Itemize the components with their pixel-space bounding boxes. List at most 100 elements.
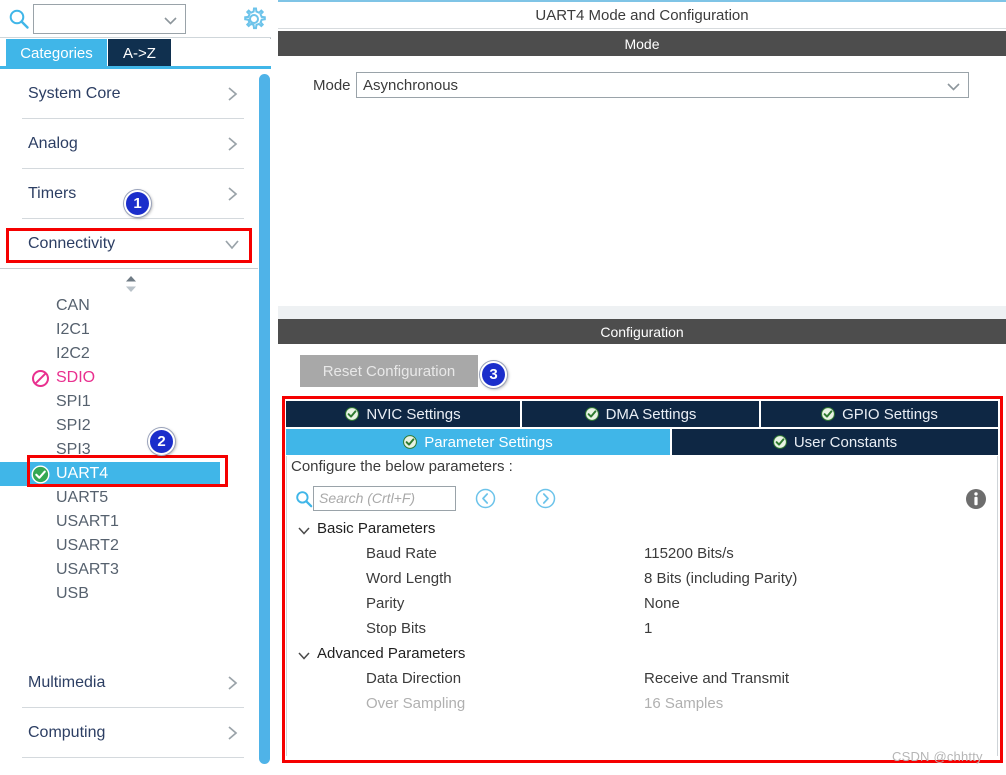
gear-icon[interactable] bbox=[240, 5, 268, 33]
sidebar-item-label: Connectivity bbox=[28, 234, 116, 252]
parameter-group-header[interactable]: Basic Parameters bbox=[287, 518, 999, 543]
list-item[interactable]: USART2 bbox=[0, 534, 258, 558]
cubemx-window: Categories A->Z System Core Analog Timer… bbox=[0, 0, 1006, 775]
peripheral-list: CAN I2C1 I2C2 SDIO SPI1 SPI2 SPI3 UART4 … bbox=[0, 294, 258, 606]
tab-user-constants[interactable]: User Constants bbox=[672, 429, 998, 455]
chevron-right-icon bbox=[224, 186, 240, 202]
tab-nvic-settings[interactable]: NVIC Settings bbox=[286, 401, 520, 427]
list-item-sdio[interactable]: SDIO bbox=[0, 366, 258, 390]
page-title: UART4 Mode and Configuration bbox=[278, 0, 1006, 29]
search-input[interactable] bbox=[33, 4, 186, 34]
chevron-down-icon bbox=[947, 80, 960, 93]
list-item[interactable]: USB bbox=[0, 582, 258, 606]
sidebar-item-system-core[interactable]: System Core bbox=[0, 69, 258, 118]
chevron-down-icon bbox=[224, 236, 240, 252]
sidebar-scrollbar-thumb[interactable] bbox=[259, 74, 270, 764]
peripheral-label: USART1 bbox=[56, 513, 119, 530]
table-row[interactable]: Word Length 8 Bits (including Parity) bbox=[287, 568, 999, 593]
sidebar-item-label: Multimedia bbox=[28, 673, 106, 691]
peripheral-label: CAN bbox=[56, 297, 90, 314]
main-content: UART4 Mode and Configuration Mode Mode A… bbox=[278, 0, 1006, 775]
check-circle-icon bbox=[403, 435, 418, 449]
table-row[interactable]: Baud Rate 115200 Bits/s bbox=[287, 543, 999, 568]
list-item[interactable]: I2C2 bbox=[0, 342, 258, 366]
tab-dma-settings[interactable]: DMA Settings bbox=[522, 401, 759, 427]
mode-select[interactable]: Asynchronous bbox=[356, 72, 969, 98]
chevron-down-icon bbox=[297, 648, 311, 662]
list-item[interactable]: SPI3 bbox=[0, 438, 258, 462]
scroll-spinner-icon[interactable] bbox=[124, 275, 138, 293]
tab-label: NVIC Settings bbox=[366, 405, 461, 423]
left-sidebar: Categories A->Z System Core Analog Timer… bbox=[0, 0, 271, 775]
parameter-search-input[interactable]: Search (Crtl+F) bbox=[313, 486, 456, 511]
peripheral-label: SPI1 bbox=[56, 393, 91, 410]
parameter-name: Stop Bits bbox=[366, 620, 427, 637]
reset-configuration-button[interactable]: Reset Configuration bbox=[300, 355, 478, 387]
check-circle-icon bbox=[31, 465, 50, 484]
category-accordion: System Core Analog Timers Connectivity C… bbox=[0, 69, 258, 775]
search-icon bbox=[8, 8, 30, 30]
sidebar-item-analog[interactable]: Analog bbox=[0, 119, 258, 168]
parameter-name: Over Sampling bbox=[366, 695, 466, 712]
list-item[interactable]: SPI2 bbox=[0, 414, 258, 438]
tab-a-to-z[interactable]: A->Z bbox=[108, 39, 171, 67]
sidebar-item-connectivity[interactable]: Connectivity bbox=[0, 219, 258, 268]
peripheral-label: UART4 bbox=[56, 465, 109, 482]
chevron-left-circle-icon[interactable] bbox=[475, 488, 496, 509]
tab-gpio-settings[interactable]: GPIO Settings bbox=[761, 401, 998, 427]
sidebar-item-multimedia[interactable]: Multimedia bbox=[0, 658, 258, 707]
parameter-rows: Basic Parameters Baud Rate 115200 Bits/s… bbox=[287, 518, 999, 718]
peripheral-label: USB bbox=[56, 585, 89, 602]
sidebar-tab-bar: Categories A->Z bbox=[0, 39, 271, 67]
parameter-group-header[interactable]: Advanced Parameters bbox=[287, 643, 999, 668]
chevron-right-circle-icon[interactable] bbox=[535, 488, 556, 509]
parameter-value: None bbox=[644, 595, 680, 612]
annotation-badge-3: 3 bbox=[480, 361, 507, 388]
parameter-value: 16 Samples bbox=[644, 695, 724, 712]
check-circle-icon bbox=[584, 407, 599, 421]
sidebar-item-computing[interactable]: Computing bbox=[0, 708, 258, 757]
peripheral-label: I2C2 bbox=[56, 345, 90, 362]
list-item[interactable]: I2C1 bbox=[0, 318, 258, 342]
sidebar-item-middleware[interactable]: Middleware bbox=[0, 758, 258, 775]
check-circle-icon bbox=[821, 407, 835, 421]
check-circle-icon bbox=[345, 407, 360, 421]
peripheral-label: SDIO bbox=[56, 369, 96, 386]
parameter-group-label: Advanced Parameters bbox=[317, 645, 466, 662]
info-icon[interactable] bbox=[965, 488, 987, 510]
chevron-down-icon bbox=[297, 523, 311, 537]
chevron-down-icon bbox=[164, 14, 177, 27]
search-icon bbox=[295, 490, 313, 508]
table-row[interactable]: Stop Bits 1 bbox=[287, 618, 999, 643]
table-row[interactable]: Parity None bbox=[287, 593, 999, 618]
check-circle-icon bbox=[772, 435, 787, 449]
sidebar-item-label: Analog bbox=[28, 134, 78, 152]
tab-label: GPIO Settings bbox=[842, 405, 938, 423]
peripheral-label: UART5 bbox=[56, 489, 109, 506]
sidebar-item-label: Computing bbox=[28, 723, 106, 741]
peripheral-label: I2C1 bbox=[56, 321, 90, 338]
tab-label: Parameter Settings bbox=[424, 433, 553, 451]
tab-parameter-settings[interactable]: Parameter Settings bbox=[286, 429, 670, 455]
list-item[interactable]: CAN bbox=[0, 294, 258, 318]
section-gap bbox=[278, 306, 1006, 319]
sidebar-item-label: System Core bbox=[28, 84, 121, 102]
configuration-tab-strip: NVIC Settings DMA Settings GPIO Settings… bbox=[286, 401, 998, 455]
chevron-right-icon bbox=[224, 675, 240, 691]
tab-categories[interactable]: Categories bbox=[6, 39, 107, 67]
list-item[interactable]: USART1 bbox=[0, 510, 258, 534]
list-item-uart4[interactable]: UART4 bbox=[0, 462, 220, 486]
parameter-name: Baud Rate bbox=[366, 545, 437, 562]
annotation-badge-2: 2 bbox=[148, 428, 175, 455]
watermark: CSDN @chhtty bbox=[892, 749, 983, 764]
configuration-section-body: Reset Configuration NVIC Settings DMA Se… bbox=[278, 344, 1006, 775]
list-item[interactable]: SPI1 bbox=[0, 390, 258, 414]
table-row[interactable]: Data Direction Receive and Transmit bbox=[287, 668, 999, 693]
tab-label: User Constants bbox=[793, 433, 898, 451]
tab-label: DMA Settings bbox=[605, 405, 697, 423]
chevron-right-icon bbox=[224, 136, 240, 152]
annotation-badge-1: 1 bbox=[124, 190, 151, 217]
list-item[interactable]: UART5 bbox=[0, 486, 258, 510]
mode-field-label: Mode bbox=[313, 77, 351, 94]
list-item[interactable]: USART3 bbox=[0, 558, 258, 582]
